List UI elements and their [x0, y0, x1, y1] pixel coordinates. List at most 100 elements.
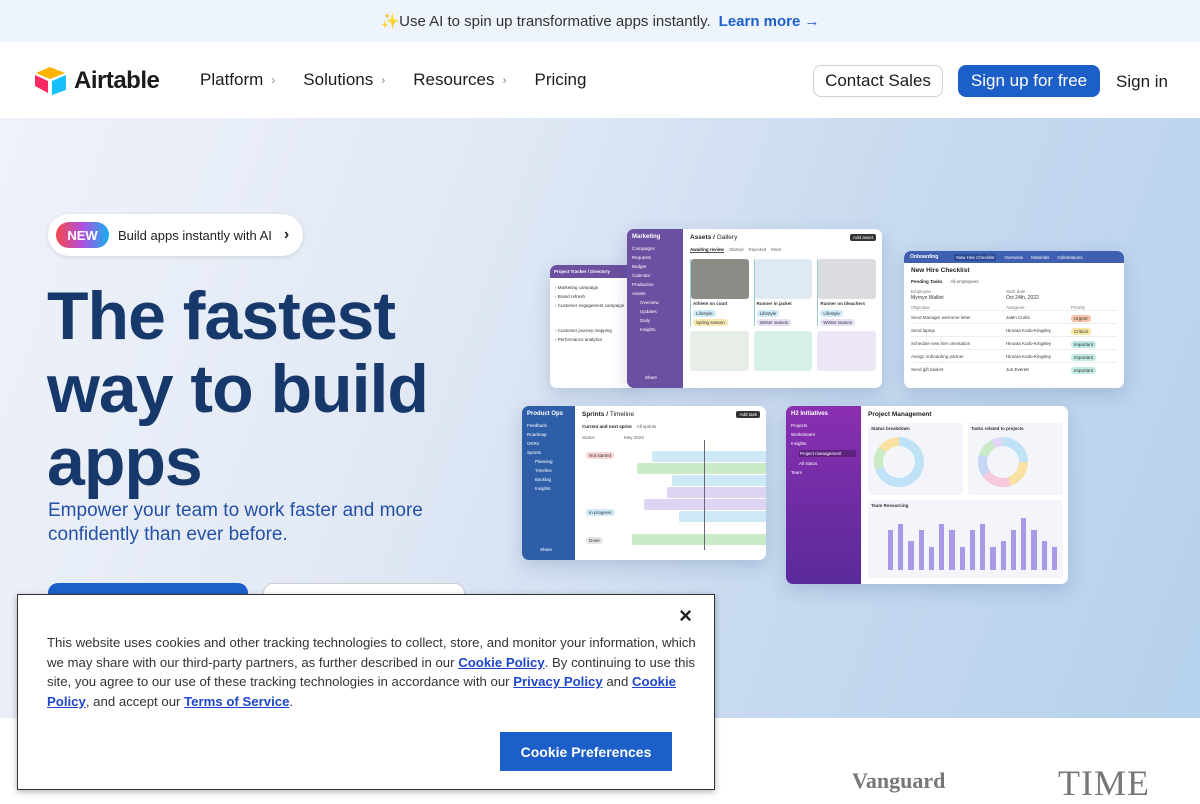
- tracker-item: › Customer journey mapping: [555, 328, 612, 333]
- asset-card: Runner on bleachers Lifestyle Winter seaso…: [817, 259, 877, 326]
- tracker-item: › Marketing campaign: [555, 285, 599, 290]
- chart-bar: [1000, 541, 1006, 570]
- today-marker: [704, 440, 705, 550]
- sidebar-subitem: Daily: [640, 318, 651, 323]
- sidebar-item: Roadmap: [527, 432, 547, 437]
- time-logo: TIME: [1058, 763, 1150, 803]
- asset-card: Runner in jacket Lifestyle Winter season: [753, 259, 813, 326]
- workspace-name: Product Ops: [527, 411, 564, 417]
- airtable-logo-icon: [35, 67, 66, 95]
- main-menu: Platform › Solutions › Resources › Pricing: [200, 70, 586, 90]
- sign-up-button[interactable]: Sign up for free: [958, 65, 1100, 97]
- asset-tag: Lifestyle: [820, 310, 843, 317]
- nav-label: Pricing: [534, 70, 587, 89]
- sidebar-subitem: Timeline: [535, 468, 552, 473]
- share-button: Share: [645, 375, 658, 380]
- chevron-right-icon: ›: [502, 73, 507, 87]
- marketing-gallery-mockup: Marketing Campaigns Requests Budget Calenda…: [627, 229, 882, 388]
- sign-in-link[interactable]: Sign in: [1116, 72, 1168, 92]
- priority-badge: Critical: [1071, 327, 1091, 335]
- announcement-text: Use AI to spin up transformative apps in…: [399, 12, 711, 30]
- share-button: Share: [540, 547, 553, 552]
- view-title: Sprints: [582, 411, 605, 418]
- assignee: Jalen Curtis: [1006, 314, 1030, 320]
- view-type: Timeline: [609, 411, 635, 418]
- panel-title: Tasks related to projects: [971, 426, 1024, 431]
- airtable-logo[interactable]: Airtable: [34, 66, 160, 96]
- status-badge: Done: [586, 537, 603, 544]
- sidebar-item: Sprints: [527, 450, 542, 455]
- view-tab: All sprints: [636, 424, 657, 429]
- table-row: Assign onboarding partner Hiroara Kodo-Ki…: [911, 349, 1117, 362]
- tab: Overview: [1004, 254, 1024, 260]
- timeline-bar: [667, 487, 766, 498]
- cookie-policy-link[interactable]: Cookie Policy: [458, 655, 544, 670]
- terms-of-service-link[interactable]: Terms of Service: [184, 694, 289, 709]
- view-tab: Started: [728, 247, 744, 252]
- chart-bar: [980, 523, 986, 570]
- sidebar-item: Projects: [791, 423, 808, 428]
- tracker-list: › Marketing campaign › Brand refresh › Cus…: [550, 278, 638, 349]
- assignee: Hiroara Kodo-Kingsley: [1006, 353, 1052, 359]
- initiatives-sidebar: H2 Initiatives Projects Workstream Insight…: [786, 406, 861, 584]
- task: Send gift basket: [911, 366, 944, 372]
- chart-bar: [1021, 518, 1027, 570]
- table-row: Send Manager welcome letter Jalen Curtis U…: [911, 310, 1117, 323]
- checklist-title: New Hire Checklist: [911, 267, 970, 274]
- nav-solutions[interactable]: Solutions ›: [303, 70, 385, 90]
- chart-bar: [1031, 529, 1037, 570]
- learn-more-label: Learn more: [718, 12, 801, 30]
- chart-bar: [1041, 541, 1047, 570]
- workspace-name: Onboarding: [910, 254, 939, 260]
- tracker-item: › Customer engagement campaign: [555, 303, 625, 308]
- asset-tag-row: Winter season: [756, 317, 813, 326]
- nav-pricing[interactable]: Pricing: [535, 70, 587, 90]
- asset-tag-row: Lifestyle: [756, 308, 813, 317]
- onboarding-checklist-mockup: Onboarding New Hire Checklist Overview Mate…: [904, 251, 1124, 388]
- chart-bar: [939, 523, 945, 570]
- table-row: Send gift basket Jon Everett Important: [911, 362, 1117, 375]
- sidebar-subitem: Backlog: [535, 477, 552, 482]
- asset-tag-row: Winter season: [820, 317, 876, 326]
- dashboard-title: Project Management: [868, 411, 932, 418]
- chart-bar: [908, 541, 914, 570]
- sidebar-item: Calendar: [632, 273, 651, 278]
- ai-announcement-pill[interactable]: NEW Build apps instantly with AI ›: [48, 214, 303, 256]
- chart-bar: [928, 546, 935, 570]
- vanguard-logo: Vanguard: [852, 768, 946, 793]
- tab: New Hire Checklist: [954, 253, 997, 261]
- chevron-right-icon: ›: [381, 73, 386, 87]
- asset-image: [691, 259, 749, 299]
- status-badge: In progress: [586, 509, 615, 516]
- tab: Materials: [1031, 254, 1050, 260]
- privacy-policy-link[interactable]: Privacy Policy: [513, 674, 602, 689]
- nav-platform[interactable]: Platform ›: [200, 70, 275, 90]
- asset-tag-row: Lifestyle: [820, 308, 876, 317]
- view-title: Assets: [690, 234, 712, 241]
- tracker-title: Project Tracker / Directory: [550, 265, 638, 278]
- cookie-text: This website uses cookies and other trac…: [47, 635, 696, 709]
- sidebar-item: Workstream: [791, 432, 816, 437]
- brand-name: Airtable: [74, 67, 160, 94]
- column-header: Objective: [911, 305, 930, 310]
- sprints-sidebar: Product Ops Feedback Roadmap OKRs Sprints Pl…: [522, 406, 575, 560]
- contact-sales-button[interactable]: Contact Sales: [813, 65, 943, 97]
- chart-bar: [888, 529, 894, 570]
- panel-title: Team Resourcing: [871, 503, 909, 508]
- asset-tag: Winter season: [756, 319, 792, 326]
- sidebar-subitem: Insights: [640, 327, 656, 332]
- task: Assign onboarding partner: [911, 353, 964, 359]
- sidebar-subitem: Overview: [640, 300, 659, 305]
- timeline-bar: [637, 463, 766, 474]
- view-tab: Awaiting review: [690, 247, 724, 253]
- view-type: Gallery: [716, 234, 738, 241]
- sidebar-subitem: Updates: [640, 309, 657, 314]
- nav-label: Solutions: [303, 70, 374, 89]
- close-icon[interactable]: ×: [679, 603, 692, 629]
- cookie-preferences-button[interactable]: Cookie Preferences: [500, 732, 672, 771]
- project-management-mockup: H2 Initiatives Projects Workstream Insight…: [786, 406, 1068, 584]
- sidebar-item: Assets: [632, 291, 646, 296]
- nav-resources[interactable]: Resources ›: [413, 70, 506, 90]
- sidebar-item: Campaigns: [632, 246, 655, 251]
- learn-more-link[interactable]: Learn more →: [719, 13, 820, 30]
